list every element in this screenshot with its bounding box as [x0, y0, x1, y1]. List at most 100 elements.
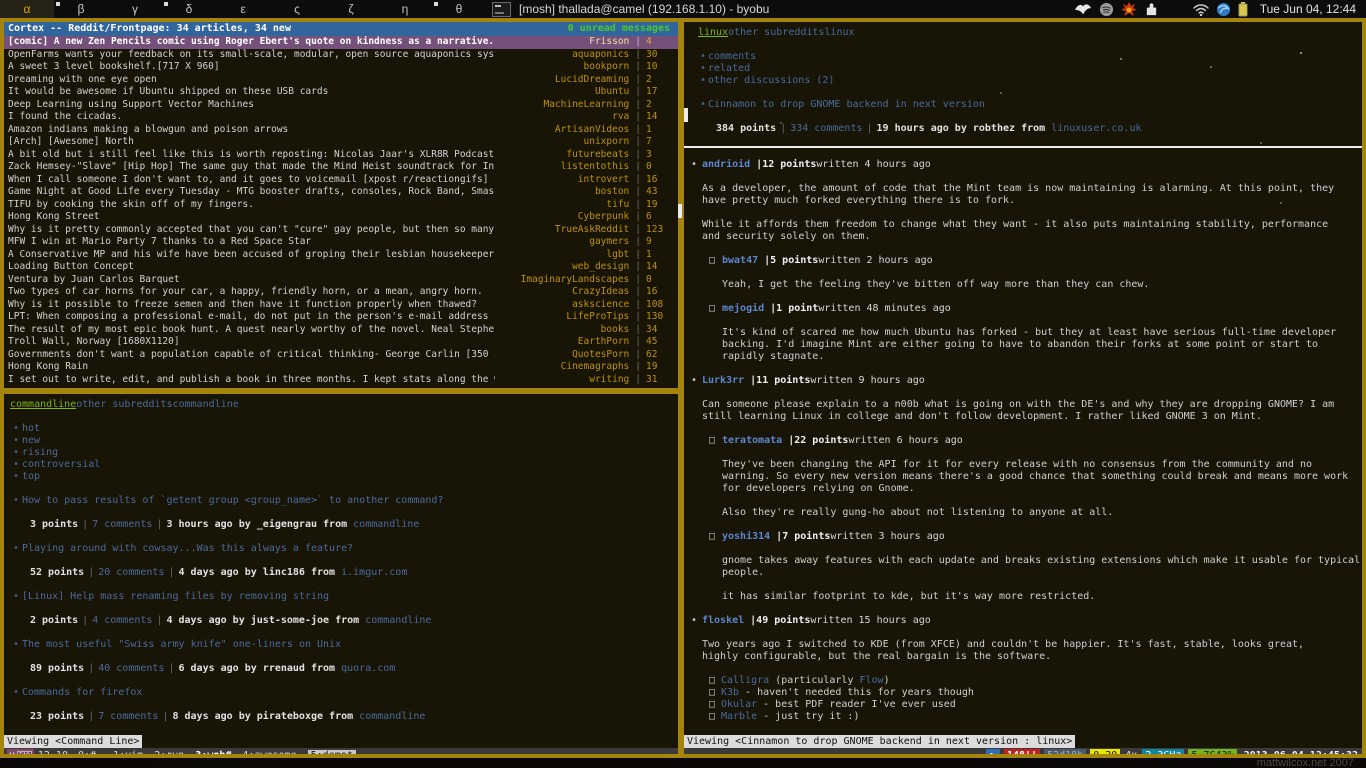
other-subreddit-link[interactable]: commandline	[173, 399, 239, 410]
sort-link[interactable]: controversial	[22, 459, 100, 470]
flame-icon[interactable]	[1121, 2, 1137, 17]
article-row[interactable]: Amazon indians making a blowgun and pois…	[4, 124, 678, 137]
article-row[interactable]: Deep Learning using Support Vector Machi…	[4, 99, 678, 112]
subreddit-link[interactable]: linux	[698, 27, 728, 38]
comments-link[interactable]: 4 comments	[92, 615, 152, 626]
sort-link[interactable]: hot	[22, 423, 40, 434]
post-source-link[interactable]: quora.com	[341, 663, 395, 674]
article-row[interactable]: A bit old but i still feel like this is …	[4, 149, 678, 162]
workspace-tag[interactable]: α	[0, 0, 54, 18]
comments-link[interactable]: 334 comments	[790, 123, 862, 134]
sort-link[interactable]: rising	[22, 447, 58, 458]
article-row[interactable]: Hong Kong Street Cyberpunk | 6	[4, 211, 678, 224]
plugin-icon[interactable]	[1144, 2, 1159, 16]
post-title-link[interactable]: [Linux] Help mass renaming files by remo…	[22, 591, 329, 602]
tmux-window[interactable]: 0:#-	[78, 750, 102, 755]
article-row[interactable]: Two types of car horns for your car, a h…	[4, 286, 678, 299]
post-source-link[interactable]: linuxuser.co.uk	[1051, 123, 1141, 134]
other-subreddits-label[interactable]: other subreddits	[76, 399, 172, 410]
nav-link[interactable]: related	[708, 63, 750, 74]
article-row[interactable]: A sweet 3 level bookshelf.[717 X 960] bo…	[4, 61, 678, 74]
tmux-window[interactable]: 2:run	[154, 750, 184, 755]
workspace-tag[interactable]: γ	[108, 0, 162, 18]
article-row[interactable]: Game Night at Good Life every Tuesday - …	[4, 186, 678, 199]
workspace-tag[interactable]: δ	[162, 0, 216, 18]
comment-author[interactable]: floskel	[702, 615, 744, 626]
browser-icon[interactable]	[1216, 2, 1231, 17]
wifi-icon[interactable]	[1193, 3, 1209, 16]
comment-author[interactable]: bwat47	[722, 255, 758, 266]
tmux-window[interactable]: 3:web#	[195, 750, 231, 755]
article-row[interactable]: When I call someone I don't want to, and…	[4, 174, 678, 187]
comment-author[interactable]: Lurk3rr	[702, 375, 744, 386]
app-link[interactable]: Calligra	[721, 675, 769, 686]
tmux-window[interactable]: 1:vim	[113, 750, 143, 755]
article-row[interactable]: Troll Wall, Norway [1680X1120] EarthPorn…	[4, 336, 678, 349]
article-row[interactable]: Hong Kong Rain Cinemagraphs | 19	[4, 361, 678, 374]
app-link[interactable]: K3b	[721, 687, 739, 698]
other-subreddits-label[interactable]: other subreddits	[728, 27, 824, 38]
comments-link[interactable]: 20 comments	[98, 567, 164, 578]
thread-title-link[interactable]: Cinnamon to drop GNOME backend in next v…	[708, 99, 985, 110]
comment-author[interactable]: teratomata	[722, 435, 782, 446]
sort-link[interactable]: new	[22, 435, 40, 446]
tmux-window[interactable]: 5:demo*	[308, 750, 356, 755]
article-row[interactable]: I found the cicadas. rva | 14	[4, 111, 678, 124]
nav-link[interactable]: comments	[708, 51, 756, 62]
article-row[interactable]: Zack Hemsey-"Slave" [Hip Hop] The same g…	[4, 161, 678, 174]
post-title-link[interactable]: Playing around with cowsay...Was this al…	[22, 543, 353, 554]
workspace-tag[interactable]: ς	[270, 0, 324, 18]
article-row[interactable]: Ventura by Juan Carlos Barquet Imaginary…	[4, 274, 678, 287]
article-row[interactable]: Governments don't want a population capa…	[4, 349, 678, 362]
post-title-link[interactable]: How to pass results of `getent group <gr…	[22, 495, 443, 506]
subreddit-link[interactable]: commandline	[10, 399, 76, 410]
post-source-link[interactable]: i.imgur.com	[341, 567, 407, 578]
comments-link[interactable]: 7 comments	[98, 711, 158, 722]
post-author[interactable]: robthez	[973, 123, 1015, 134]
comment-author[interactable]: andrioid	[702, 159, 750, 170]
comment-author[interactable]: mejogid	[722, 303, 764, 314]
article-row[interactable]: Dreaming with one eye open LucidDreaming…	[4, 74, 678, 87]
article-row[interactable]: [Arch] [Awesome] North unixporn | 7	[4, 136, 678, 149]
post-author[interactable]: _eigengrau	[257, 519, 317, 530]
spotify-icon[interactable]	[1099, 2, 1114, 17]
article-row[interactable]: Why is it pretty commonly accepted that …	[4, 224, 678, 237]
article-row[interactable]: LPT: When composing a professional e-mai…	[4, 311, 678, 324]
post-author[interactable]: rrenaud	[263, 663, 305, 674]
article-row[interactable]: I set out to write, edit, and publish a …	[4, 374, 678, 387]
workspace-tag[interactable]: η	[378, 0, 432, 18]
nav-link[interactable]: other discussions (2)	[708, 75, 834, 86]
tmux-window[interactable]: 4:awesome	[242, 750, 296, 755]
article-row[interactable]: Loading Button Concept web_design | 14	[4, 261, 678, 274]
post-title-link[interactable]: Commands for firefox	[22, 687, 142, 698]
battery-icon[interactable]	[1238, 2, 1248, 17]
post-author[interactable]: just-some-joe	[251, 615, 329, 626]
sort-link[interactable]: top	[22, 471, 40, 482]
post-author[interactable]: linc186	[263, 567, 305, 578]
post-source-link[interactable]: commandline	[365, 615, 431, 626]
article-row[interactable]: TIFU by cooking the skin off of my finge…	[4, 199, 678, 212]
article-row[interactable]: MFW I win at Mario Party 7 thanks to a R…	[4, 236, 678, 249]
bird-icon[interactable]	[1074, 2, 1092, 16]
post-source-link[interactable]: commandline	[353, 519, 419, 530]
post-title-link[interactable]: The most useful "Swiss army knife" one-l…	[22, 639, 341, 650]
workspace-tag[interactable]: β	[54, 0, 108, 18]
comment-author[interactable]: yoshi314	[722, 531, 770, 542]
article-row[interactable]: It would be awesome if Ubuntu shipped on…	[4, 86, 678, 99]
article-row[interactable]: [comic] A new Zen Pencils comic using Ro…	[4, 36, 678, 49]
post-source-link[interactable]: commandline	[359, 711, 425, 722]
comments-link[interactable]: 40 comments	[98, 663, 164, 674]
workspace-tag[interactable]: θ	[432, 0, 486, 18]
article-row[interactable]: The result of my most epic book hunt. A …	[4, 324, 678, 337]
app-link[interactable]: Okular	[721, 699, 757, 710]
comments-link[interactable]: 7 comments	[92, 519, 152, 530]
other-subreddit-link[interactable]: linux	[824, 27, 854, 38]
workspace-tag[interactable]: ε	[216, 0, 270, 18]
article-row[interactable]: A Conservative MP and his wife have been…	[4, 249, 678, 262]
app-sublink[interactable]: Flow	[859, 675, 883, 686]
workspace-tag[interactable]: ζ	[324, 0, 378, 18]
layout-terminal-icon[interactable]	[492, 2, 511, 17]
article-row[interactable]: OpenFarms wants your feedback on its sma…	[4, 49, 678, 62]
article-row[interactable]: Why is it possible to freeze semen and t…	[4, 299, 678, 312]
post-author[interactable]: pirateboxge	[257, 711, 323, 722]
